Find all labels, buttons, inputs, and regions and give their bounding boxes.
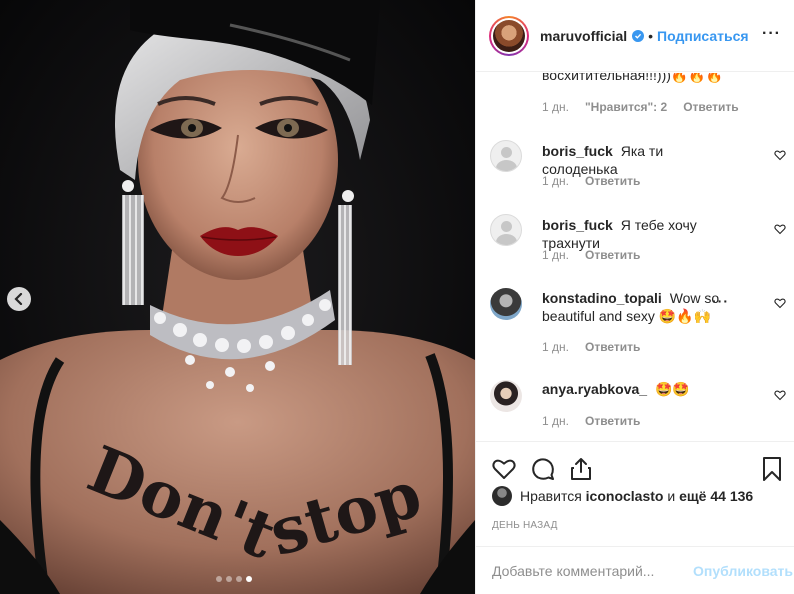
comment-like-heart-icon[interactable] (774, 297, 786, 309)
more-options-icon[interactable]: ··· (762, 26, 781, 42)
bookmark-icon[interactable] (759, 456, 785, 482)
liker-avatar[interactable] (492, 486, 512, 506)
commenter-username[interactable]: konstadino_topali (542, 290, 662, 306)
liker-username[interactable]: iconoclasto (586, 488, 664, 504)
carousel-indicator (216, 576, 252, 582)
post-sidebar: maruvofficial • Подписаться ··· восхитит… (475, 0, 794, 594)
commenter-username[interactable]: anya.ryabkova_ (542, 381, 647, 397)
previous-photo-button[interactable] (7, 287, 31, 311)
comment-likes-count[interactable]: "Нравится": 2 (585, 100, 667, 114)
likes-summary: Нравится iconoclasto и ещё 44 136 (492, 486, 753, 506)
comment-meta: 1 дн. Ответить (542, 340, 640, 354)
like-heart-icon[interactable] (491, 456, 517, 482)
carousel-dot (216, 576, 222, 582)
commenter-avatar[interactable] (490, 214, 522, 246)
reply-button[interactable]: Ответить (683, 100, 738, 114)
comment-text-partial: восхитительная!!!)))🔥🔥🔥 (542, 73, 724, 83)
commenter-avatar[interactable] (490, 380, 522, 412)
likes-count-link[interactable]: ещё 44 136 (679, 488, 753, 504)
comment-meta: 1 дн. Ответить (542, 414, 640, 428)
likes-middle: и (667, 488, 676, 504)
post-timestamp[interactable]: ДЕНЬ НАЗАД (492, 520, 558, 531)
comment-like-heart-icon[interactable] (774, 149, 786, 161)
add-comment-form: Опубликовать (476, 546, 794, 594)
comment-age: 1 дн. (542, 340, 569, 354)
post-media[interactable]: Don't stop (0, 0, 475, 594)
verified-badge-icon (632, 29, 645, 42)
author-username[interactable]: maruvofficial (540, 28, 627, 44)
author-avatar[interactable] (489, 15, 529, 56)
post-header: maruvofficial • Подписаться ··· (476, 0, 794, 72)
likes-prefix: Нравится (520, 488, 582, 504)
comment-age: 1 дн. (542, 248, 569, 262)
comment-meta: 1 дн. Ответить (542, 174, 640, 188)
publish-button[interactable]: Опубликовать (693, 563, 793, 579)
reply-button[interactable]: Ответить (585, 248, 640, 262)
comment-like-heart-icon[interactable] (774, 389, 786, 401)
comment-age: 1 дн. (542, 414, 569, 428)
comment-options-icon[interactable]: ··· (712, 293, 729, 309)
comment-input[interactable] (492, 562, 692, 579)
comment-age: 1 дн. (542, 100, 569, 114)
carousel-dot-active (246, 576, 252, 582)
header-separator: • (648, 27, 654, 44)
comment-meta: 1 дн. Ответить (542, 248, 640, 262)
share-icon[interactable] (568, 456, 594, 482)
post-photo: Don't stop (0, 0, 475, 594)
commenter-avatar[interactable] (490, 140, 522, 172)
carousel-dot (236, 576, 242, 582)
commenter-username[interactable]: boris_fuck (542, 143, 613, 159)
commenter-avatar[interactable] (490, 288, 522, 320)
chevron-left-icon (14, 293, 23, 305)
instagram-post: Don't stop maruvofficial • Подписаться ·… (0, 0, 794, 594)
reply-button[interactable]: Ответить (585, 340, 640, 354)
comment-text: 🤩🤩 (654, 381, 690, 397)
comment-bubble-icon[interactable] (530, 456, 556, 482)
comment-meta: 1 дн. "Нравится": 2 Ответить (542, 100, 739, 114)
carousel-dot (226, 576, 232, 582)
commenter-username[interactable]: boris_fuck (542, 217, 613, 233)
follow-button[interactable]: Подписаться (657, 28, 749, 44)
reply-button[interactable]: Ответить (585, 174, 640, 188)
reply-button[interactable]: Ответить (585, 414, 640, 428)
comments-list[interactable]: восхитительная!!!)))🔥🔥🔥 1 дн. "Нравится"… (476, 73, 794, 441)
comment-age: 1 дн. (542, 174, 569, 188)
comment-like-heart-icon[interactable] (774, 223, 786, 235)
